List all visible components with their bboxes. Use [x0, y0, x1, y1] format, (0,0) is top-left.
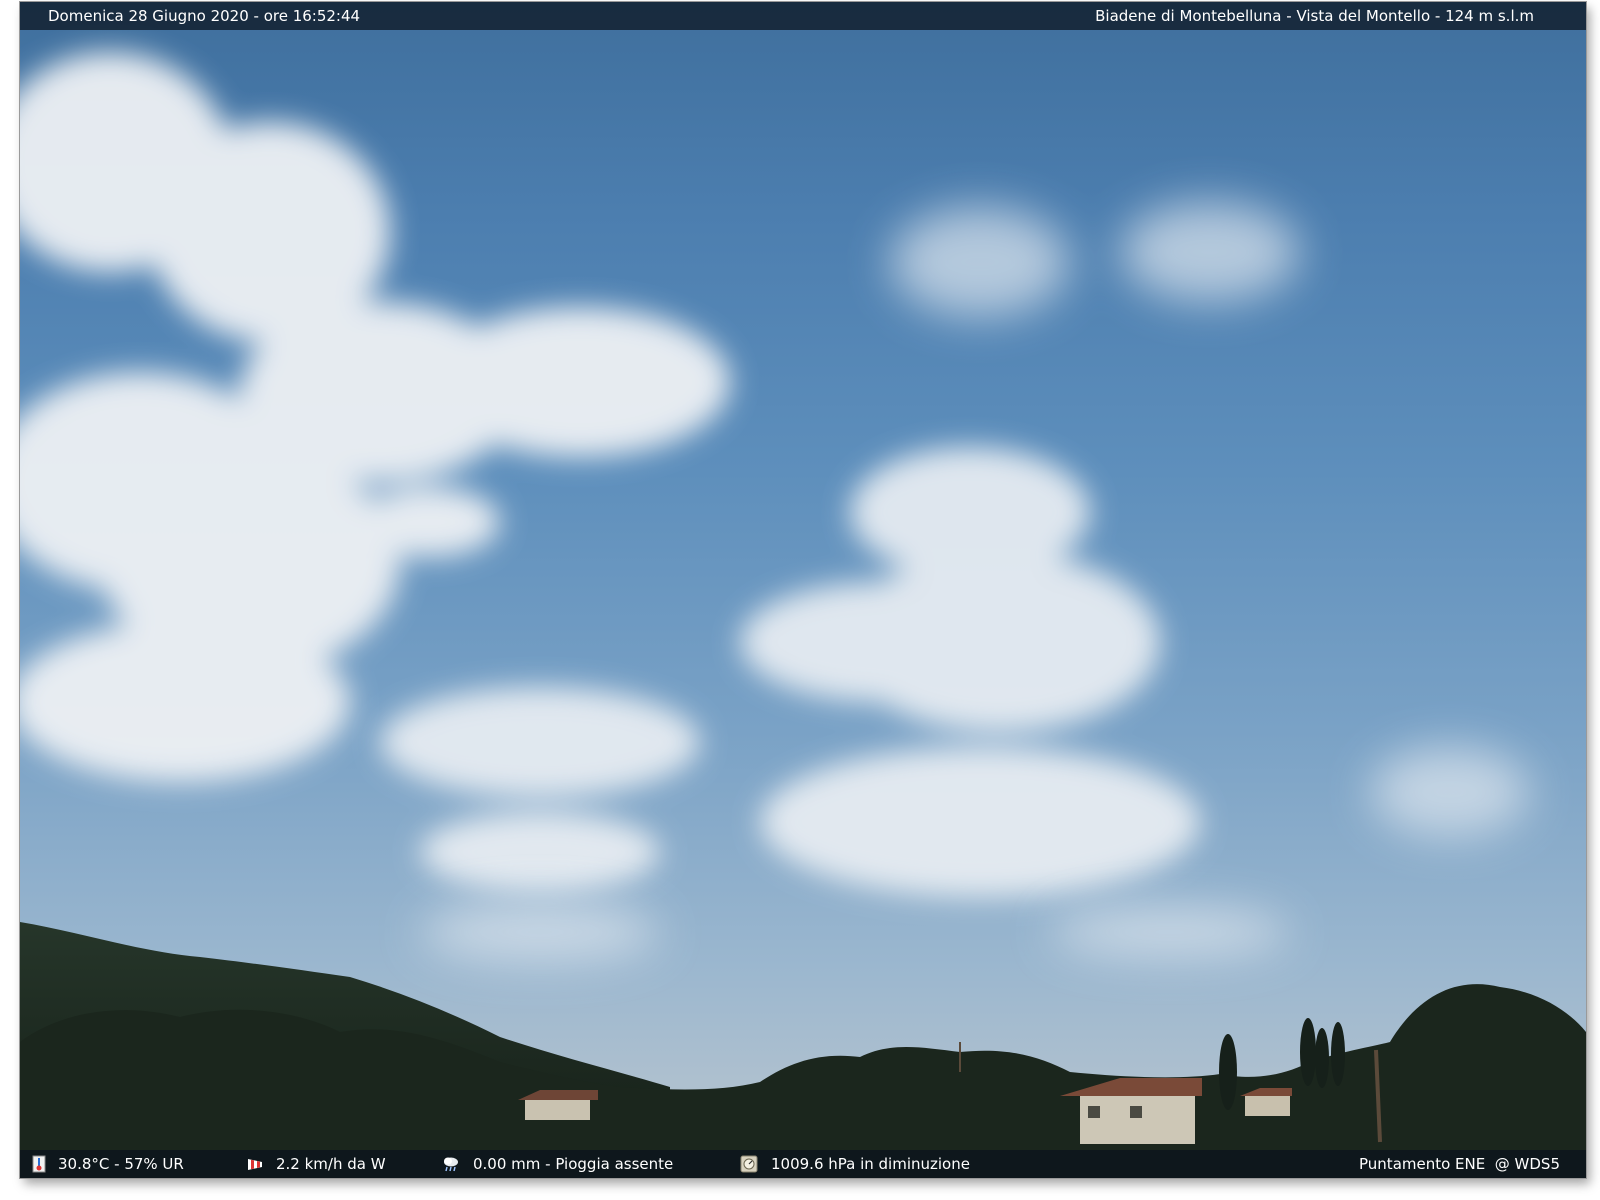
windsock-icon [248, 1159, 262, 1170]
tree-line [20, 984, 1586, 1178]
barometer-icon [740, 1155, 758, 1173]
rain-label: 0.00 mm - Pioggia assente [473, 1155, 674, 1173]
location-label: Biadene di Montebelluna - Vista del Mont… [1095, 7, 1534, 25]
clouds-center [380, 447, 1200, 897]
datetime-label: Domenica 28 Giugno 2020 - ore 16:52:44 [48, 7, 361, 25]
weather-bar: 30.8°C - 57% UR 2.2 km/h da W 0.00 mm - … [20, 1150, 1586, 1178]
wind-label: 2.2 km/h da W [276, 1155, 386, 1173]
webcam-frame: Domenica 28 Giugno 2020 - ore 16:52:44 B… [20, 2, 1586, 1178]
rain-cloud-icon [444, 1157, 458, 1172]
camera-pointing-label: Puntamento ENE @ WDS5 [1359, 1155, 1560, 1173]
pressure-label: 1009.6 hPa in diminuzione [771, 1155, 970, 1173]
webcam-image [20, 52, 1586, 1178]
thermometer-icon [32, 1155, 46, 1173]
clouds-left [20, 52, 730, 782]
temperature-humidity-label: 30.8°C - 57% UR [58, 1155, 184, 1173]
header-bar: Domenica 28 Giugno 2020 - ore 16:52:44 B… [20, 2, 1586, 30]
